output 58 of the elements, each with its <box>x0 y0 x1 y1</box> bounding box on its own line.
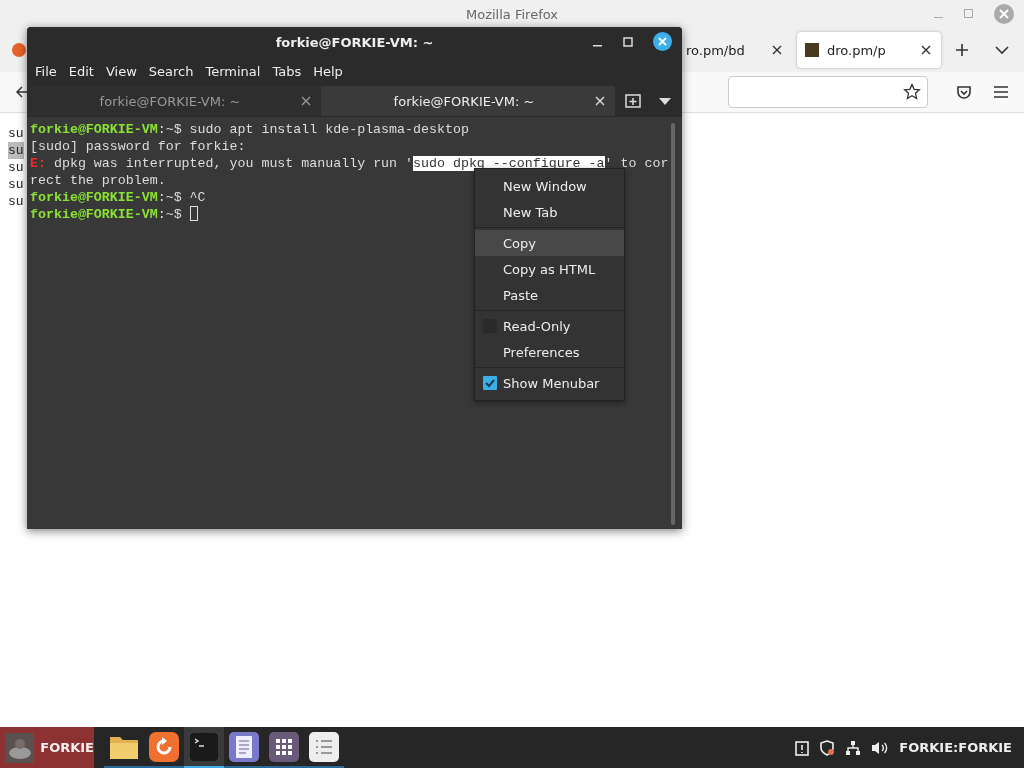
refresh-icon <box>149 731 179 762</box>
menu-item[interactable]: Tabs <box>266 63 308 79</box>
checkbox[interactable] <box>483 376 497 390</box>
taskbar-button[interactable] <box>184 727 224 768</box>
new-tab-icon[interactable] <box>955 43 969 57</box>
volume-icon[interactable] <box>871 739 890 756</box>
page-text: su <box>8 159 24 176</box>
menu-item[interactable]: Preferences <box>475 339 624 365</box>
close-icon[interactable] <box>921 45 931 55</box>
menu-item[interactable]: View <box>99 63 143 79</box>
terminal-tab[interactable]: forkie@FORKIE-VM: ~ <box>321 86 615 116</box>
menu-item[interactable]: Paste <box>475 282 624 308</box>
terminal-icon <box>189 731 219 762</box>
site-icon <box>805 43 819 57</box>
page-text: su <box>8 176 24 193</box>
page-text: su <box>8 142 24 159</box>
page-text: su <box>8 193 24 210</box>
menu-icon[interactable] <box>994 86 1008 98</box>
app-grid-icon <box>269 731 299 762</box>
scrollbar[interactable] <box>671 123 675 525</box>
terminal-line: [sudo] password for forkie: <box>30 138 246 155</box>
close-icon[interactable] <box>772 45 782 55</box>
window-title: Mozilla Firefox <box>466 6 558 22</box>
menu-item[interactable]: New Window <box>475 173 624 199</box>
document-icon <box>229 731 259 762</box>
browser-logo-icon <box>12 43 26 57</box>
dropdown-icon[interactable] <box>659 97 671 105</box>
pocket-icon[interactable] <box>956 84 972 100</box>
close-icon[interactable] <box>653 32 672 51</box>
network-icon[interactable] <box>845 739 862 756</box>
menu-item[interactable]: Search <box>142 63 200 79</box>
browser-tab[interactable]: ro.pm/bd <box>684 32 792 68</box>
start-button[interactable]: FORKIE <box>0 727 94 768</box>
menu-item[interactable]: Copy as HTML <box>475 256 624 282</box>
menu-item[interactable]: New Tab <box>475 199 624 225</box>
menu-item[interactable]: Terminal <box>199 63 267 79</box>
checklist-icon <box>309 731 339 762</box>
user-label[interactable]: FORKIE:FORKIE <box>899 740 1012 755</box>
avatar-icon <box>5 732 35 763</box>
clipboard-icon[interactable] <box>795 739 810 756</box>
list-tabs-icon[interactable] <box>995 45 1009 55</box>
bookmark-star-icon[interactable] <box>903 83 921 101</box>
menu-item[interactable]: Edit <box>62 63 100 79</box>
terminal-line: rect the problem. <box>30 172 166 189</box>
menu-item[interactable]: File <box>29 63 63 79</box>
address-field[interactable] <box>728 76 928 108</box>
terminal-line: forkie@FORKIE-VM:~$ ^C <box>30 189 206 206</box>
back-icon[interactable] <box>16 86 30 98</box>
browser-tab[interactable]: dro.pm/p <box>797 32 941 68</box>
menu-item[interactable]: Help <box>307 63 349 79</box>
shield-icon[interactable] <box>819 739 836 756</box>
menu-item[interactable]: Read-Only <box>503 318 571 334</box>
menu-item[interactable]: Show Menubar <box>503 375 600 391</box>
page-text: su <box>8 125 24 142</box>
terminal-line: forkie@FORKIE-VM:~$ <box>30 206 198 223</box>
window-title: forkie@FORKIE-VM: ~ <box>275 34 434 50</box>
terminal-line: forkie@FORKIE-VM:~$ sudo apt install kde-plasma-desktop <box>30 121 469 138</box>
menu-item[interactable]: Copy <box>475 230 624 256</box>
